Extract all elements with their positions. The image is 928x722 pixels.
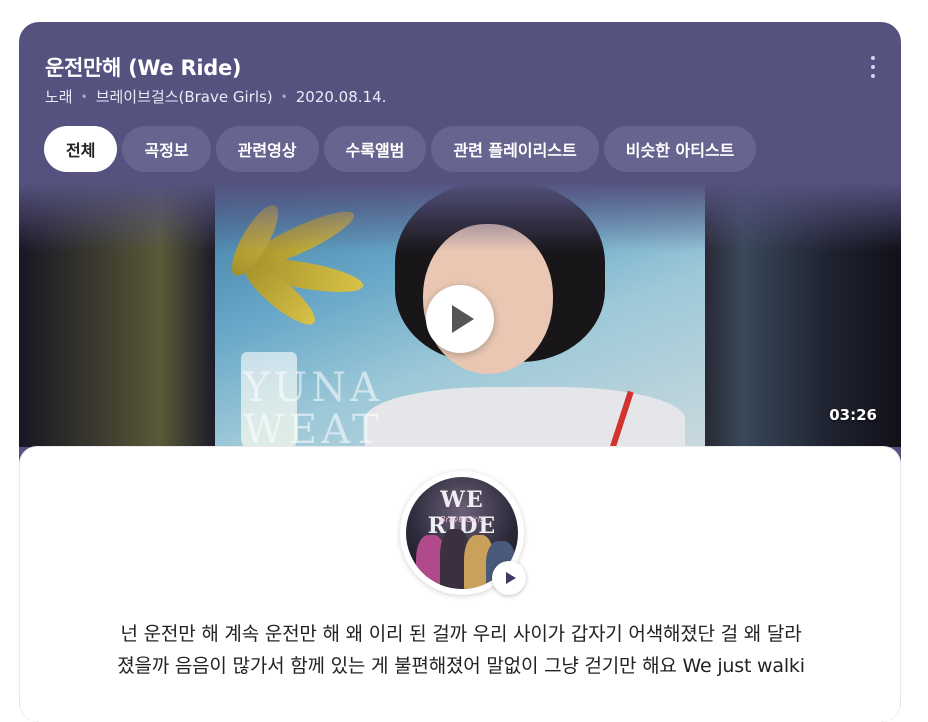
tab-song-info[interactable]: 곡정보	[122, 126, 211, 172]
tab-bar: 전체 곡정보 관련영상 수록앨범 관련 플레이리스트 비슷한 아티스트	[44, 126, 757, 172]
lyric-line: 넌 운전만 해 계속 운전만 해 왜 이리 된 걸까 우리 사이가 갑자기 어색…	[120, 623, 802, 645]
song-title[interactable]: 운전만해 (We Ride)	[45, 52, 242, 82]
lyrics-panel: WE RIDE Brave Girls 넌 운전만 해 계속 운전만 해 왜 이…	[19, 446, 901, 722]
tab-related-playlists[interactable]: 관련 플레이리스트	[431, 126, 599, 172]
play-icon	[505, 572, 516, 584]
video-watermark: YUNA WEAT	[243, 365, 384, 447]
album-play-button[interactable]	[492, 561, 526, 595]
separator-dot: •	[280, 89, 288, 104]
song-card: 운전만해 (We Ride) 노래 • 브레이브걸스(Brave Girls) …	[19, 22, 901, 722]
song-meta: 노래 • 브레이브걸스(Brave Girls) • 2020.08.14.	[45, 86, 386, 107]
tab-similar-artists[interactable]: 비슷한 아티스트	[603, 126, 757, 172]
tab-albums[interactable]: 수록앨범	[323, 126, 427, 172]
artist-link[interactable]: 브레이브걸스(Brave Girls)	[96, 86, 273, 107]
play-button[interactable]	[426, 285, 494, 353]
video-duration: 03:26	[829, 406, 877, 424]
tab-related-videos[interactable]: 관련영상	[215, 126, 319, 172]
separator-dot: •	[80, 89, 88, 104]
album-cover[interactable]: WE RIDE Brave Girls	[400, 471, 526, 595]
lyric-line: 졌을까 음음이 많가서 함께 있는 게 불편해졌어 말없이 그냥 걷기만 해요 …	[117, 655, 805, 677]
more-options-icon[interactable]	[864, 56, 882, 78]
song-type: 노래	[45, 88, 73, 106]
release-date: 2020.08.14.	[295, 87, 387, 106]
tab-all[interactable]: 전체	[44, 126, 118, 172]
play-icon	[452, 305, 474, 333]
album-cover-subtitle: Brave Girls	[440, 515, 484, 524]
video-player[interactable]: YUNA WEAT 03:26	[19, 182, 901, 447]
